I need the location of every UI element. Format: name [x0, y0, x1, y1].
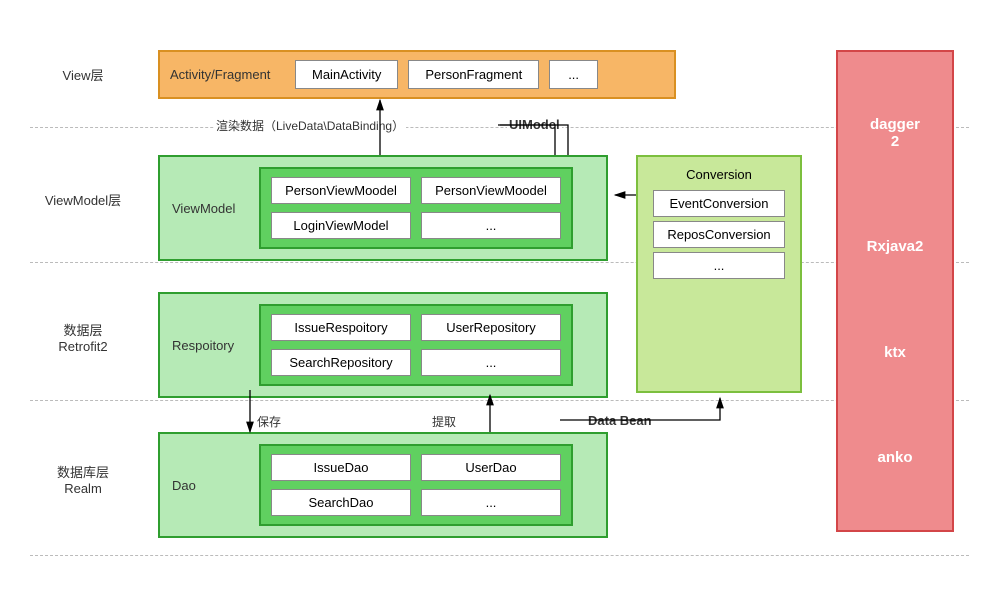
divider-1 [30, 127, 969, 128]
chip-view-more: ... [549, 60, 598, 89]
side-item-1: Rxjava2 [867, 238, 924, 255]
anno-save: 保存 [255, 413, 283, 430]
chip-person-fragment: PersonFragment [408, 60, 539, 89]
layer-label-data: 数据层 Retrofit2 [28, 320, 138, 354]
cell-dao-0: IssueDao [271, 454, 411, 481]
chip-main-activity: MainActivity [295, 60, 398, 89]
cell-vm-2: LoginViewModel [271, 212, 411, 239]
viewmodel-inner: PersonViewMoodel PersonViewMoodel LoginV… [259, 167, 573, 249]
view-box-head: Activity/Fragment [170, 67, 285, 82]
repo-head: Respoitory [172, 338, 247, 353]
cell-repo-2: SearchRepository [271, 349, 411, 376]
cell-vm-1: PersonViewMoodel [421, 177, 561, 204]
layer-label-db: 数据库层 Realm [28, 462, 138, 496]
conversion-title: Conversion [686, 167, 752, 182]
anno-uimodel: UIModel [507, 117, 562, 132]
conv-item-1: ReposConversion [653, 221, 785, 248]
dao-box: Dao IssueDao UserDao SearchDao ... [158, 432, 608, 538]
anno-render: 渲染数据（LiveData\DataBinding） [214, 117, 406, 134]
conversion-box: Conversion EventConversion ReposConversi… [636, 155, 802, 393]
view-box: Activity/Fragment MainActivity PersonFra… [158, 50, 676, 99]
cell-dao-1: UserDao [421, 454, 561, 481]
divider-2 [30, 262, 969, 263]
repo-inner: IssueRespoitory UserRepository SearchRep… [259, 304, 573, 386]
layer-label-viewmodel: ViewModel层 [28, 190, 138, 209]
viewmodel-box: ViewModel PersonViewMoodel PersonViewMoo… [158, 155, 608, 261]
layer-label-view: View层 [28, 65, 138, 84]
cell-dao-3: ... [421, 489, 561, 516]
side-libs-box: dagger 2 Rxjava2 ktx anko [836, 50, 954, 532]
cell-repo-3: ... [421, 349, 561, 376]
conv-item-0: EventConversion [653, 190, 785, 217]
cell-vm-3: ... [421, 212, 561, 239]
conv-item-2: ... [653, 252, 785, 279]
anno-extract: 提取 [430, 413, 458, 430]
divider-3 [30, 400, 969, 401]
dao-inner: IssueDao UserDao SearchDao ... [259, 444, 573, 526]
repo-box: Respoitory IssueRespoitory UserRepositor… [158, 292, 608, 398]
side-item-0: dagger 2 [870, 116, 920, 150]
cell-repo-0: IssueRespoitory [271, 314, 411, 341]
divider-4 [30, 555, 969, 556]
side-item-3: anko [877, 449, 912, 466]
cell-vm-0: PersonViewMoodel [271, 177, 411, 204]
dao-head: Dao [172, 478, 247, 493]
anno-databean: Data Bean [586, 413, 654, 428]
side-item-2: ktx [884, 344, 906, 361]
cell-dao-2: SearchDao [271, 489, 411, 516]
viewmodel-head: ViewModel [172, 201, 247, 216]
cell-repo-1: UserRepository [421, 314, 561, 341]
